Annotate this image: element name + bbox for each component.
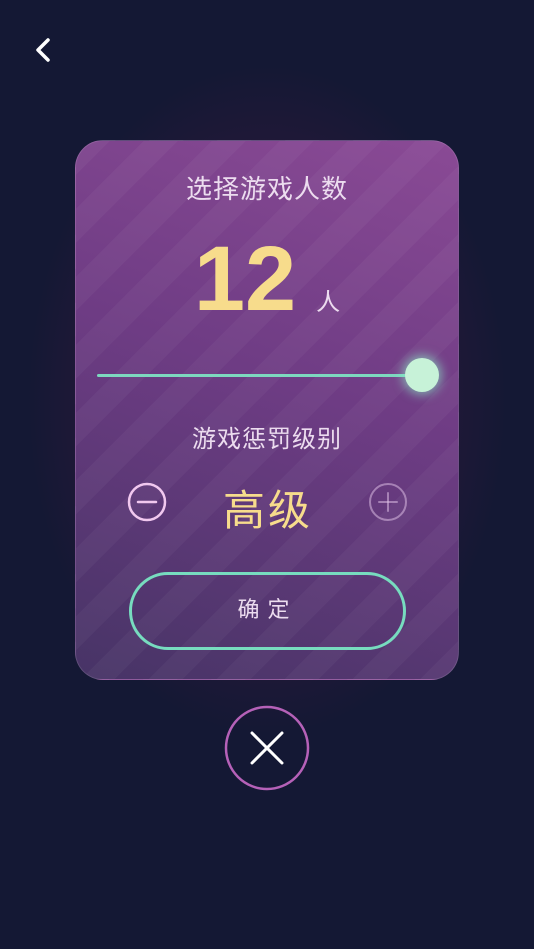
player-count-slider[interactable] (97, 357, 439, 393)
player-count-value: 12 (193, 228, 297, 330)
slider-track (97, 374, 422, 377)
player-count-unit: 人 (316, 288, 341, 316)
game-settings-card: 选择游戏人数 12 人 游戏惩罚级别 高级 确定 (75, 140, 459, 680)
player-count-display: 12 人 (76, 229, 458, 329)
penalty-level-title: 游戏惩罚级别 (192, 425, 342, 453)
chevron-left-icon (36, 38, 50, 62)
increase-level-button[interactable] (368, 482, 408, 522)
back-button[interactable] (28, 34, 60, 66)
plus-circle-icon (369, 483, 407, 521)
slider-thumb[interactable] (405, 358, 439, 392)
penalty-level-value: 高级 (222, 486, 313, 535)
decrease-level-button[interactable] (127, 482, 167, 522)
minus-circle-icon (127, 482, 167, 522)
confirm-button[interactable]: 确定 (129, 572, 406, 650)
player-count-title: 选择游戏人数 (185, 175, 348, 205)
close-icon (224, 705, 310, 791)
close-button[interactable] (224, 705, 310, 791)
